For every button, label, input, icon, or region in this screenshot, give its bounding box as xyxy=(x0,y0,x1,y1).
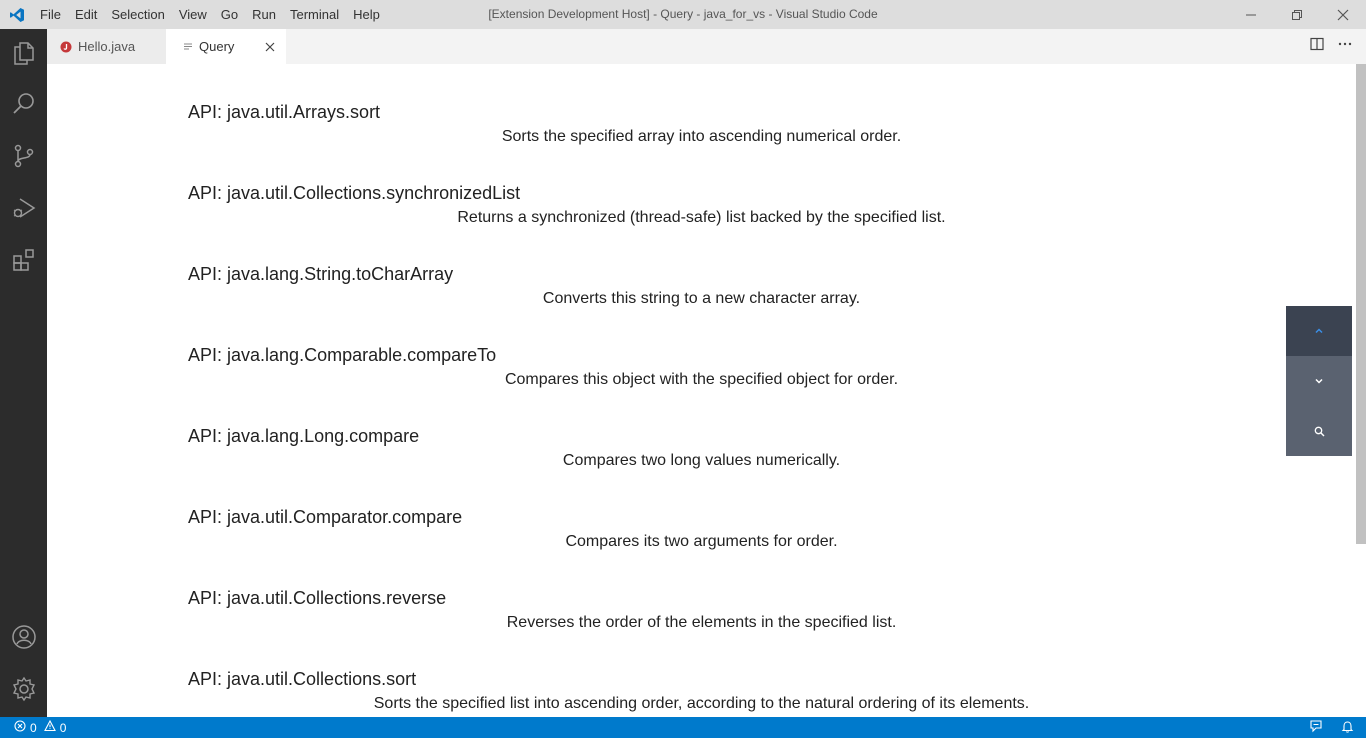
api-description: Compares two long values numerically. xyxy=(562,452,841,469)
title-bar: File Edit Selection View Go Run Terminal… xyxy=(0,0,1366,29)
explorer-icon[interactable] xyxy=(0,29,47,77)
warning-count: 0 xyxy=(59,720,67,735)
problems-indicator[interactable]: 0 0 xyxy=(14,717,66,738)
manage-gear-icon[interactable] xyxy=(0,665,47,713)
menu-edit[interactable]: Edit xyxy=(68,0,104,29)
search-icon[interactable] xyxy=(0,80,47,128)
scroll-up-button[interactable] xyxy=(1286,306,1352,356)
error-count: 0 xyxy=(30,720,37,735)
close-icon xyxy=(1337,9,1349,20)
menu-file[interactable]: File xyxy=(33,0,68,29)
menu-bar: File Edit Selection View Go Run Terminal… xyxy=(33,0,387,29)
split-editor-icon[interactable] xyxy=(1310,37,1324,56)
minimize-button[interactable] xyxy=(1228,0,1274,29)
menu-run[interactable]: Run xyxy=(245,0,283,29)
api-title: API: java.lang.Comparable.compareTo xyxy=(188,345,497,365)
window-controls xyxy=(1228,0,1366,29)
restore-icon xyxy=(1292,9,1302,20)
menu-selection[interactable]: Selection xyxy=(104,0,171,29)
accounts-icon[interactable] xyxy=(0,613,47,661)
tab-hello-java[interactable]: Hello.java xyxy=(47,29,166,64)
menu-help[interactable]: Help xyxy=(346,0,387,29)
api-description: Returns a synchronized (thread-safe) lis… xyxy=(457,209,946,226)
preview-icon xyxy=(183,42,193,52)
menu-view[interactable]: View xyxy=(172,0,214,29)
search-button[interactable] xyxy=(1286,406,1352,456)
api-description: Sorts the specified array into ascending… xyxy=(501,128,902,145)
restore-button[interactable] xyxy=(1274,0,1320,29)
menu-go[interactable]: Go xyxy=(214,0,245,29)
tab-query-label: Query xyxy=(199,39,235,54)
source-control-icon[interactable] xyxy=(0,132,47,180)
minimize-icon xyxy=(1246,14,1256,15)
api-description: Converts this string to a new character … xyxy=(542,290,861,307)
api-description: Compares this object with the specified … xyxy=(504,371,899,388)
close-icon[interactable] xyxy=(263,40,276,53)
search-icon xyxy=(1314,426,1324,436)
tab-bar: Hello.java Query xyxy=(47,29,1366,64)
scroll-down-button[interactable] xyxy=(1286,356,1352,406)
close-window-button[interactable] xyxy=(1320,0,1366,29)
query-results-view: API: java.util.Arrays.sort Sorts the spe… xyxy=(47,64,1356,717)
menu-terminal[interactable]: Terminal xyxy=(283,0,346,29)
api-title: API: java.lang.String.toCharArray xyxy=(188,264,454,284)
tab-hello-label: Hello.java xyxy=(78,39,136,54)
editor-actions xyxy=(1310,29,1352,64)
status-bar: 0 0 xyxy=(0,717,1366,738)
notifications-bell-icon[interactable] xyxy=(1341,720,1354,736)
vertical-scrollbar[interactable] xyxy=(1356,64,1366,717)
api-title: API: java.util.Collections.synchronizedL… xyxy=(188,183,521,203)
status-right-items xyxy=(1309,717,1354,738)
floating-nav-panel xyxy=(1286,306,1352,456)
warning-icon xyxy=(43,719,56,735)
api-title: API: java.util.Comparator.compare xyxy=(188,507,463,527)
vscode-logo-icon xyxy=(0,0,33,29)
api-title: API: java.util.Arrays.sort xyxy=(188,102,381,122)
activity-bar xyxy=(0,29,47,717)
feedback-icon[interactable] xyxy=(1309,719,1323,736)
api-description: Sorts the specified list into ascending … xyxy=(373,695,1030,712)
more-actions-icon[interactable] xyxy=(1338,37,1352,56)
api-description: Compares its two arguments for order. xyxy=(565,533,838,550)
java-file-icon xyxy=(60,41,72,53)
scrollbar-thumb[interactable] xyxy=(1356,64,1366,544)
api-title: API: java.util.Collections.sort xyxy=(188,669,417,689)
extensions-icon[interactable] xyxy=(0,236,47,284)
run-debug-icon[interactable] xyxy=(0,184,47,232)
api-title: API: java.util.Collections.reverse xyxy=(188,588,447,608)
chevron-up-icon xyxy=(1315,328,1323,334)
error-icon xyxy=(14,720,26,735)
api-title: API: java.lang.Long.compare xyxy=(188,426,420,446)
chevron-down-icon xyxy=(1315,378,1323,384)
tab-query[interactable]: Query xyxy=(166,29,286,64)
api-description: Reverses the order of the elements in th… xyxy=(506,614,897,631)
